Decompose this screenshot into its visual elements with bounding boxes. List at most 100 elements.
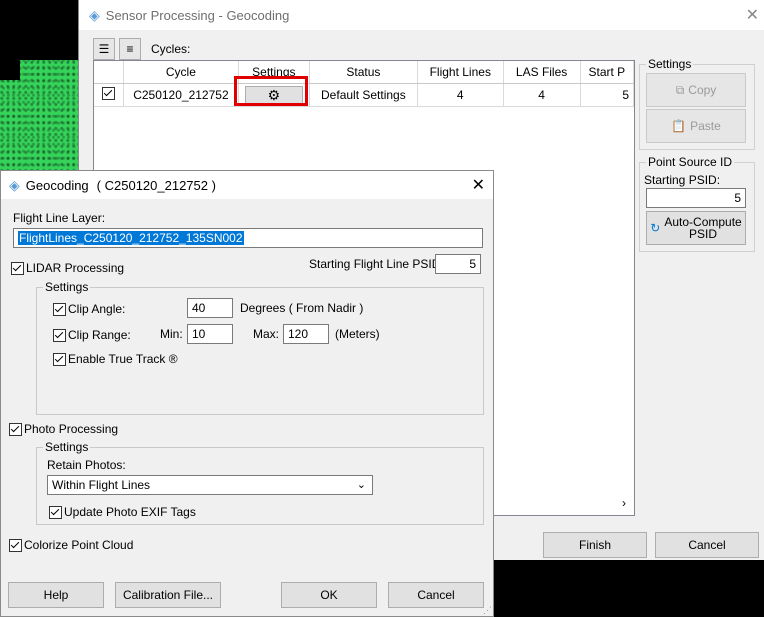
colorize-point-cloud-label: Colorize Point Cloud (24, 538, 134, 552)
cycles-toolbar: ☰ ≡ Cycles: (93, 38, 190, 60)
dialog-titlebar: ◈ Geocoding ( C250120_212752 ) (1, 171, 493, 199)
starting-psid-value: 5 (734, 191, 741, 205)
colorize-point-cloud-check[interactable] (9, 538, 22, 552)
true-track-check[interactable] (53, 352, 66, 366)
scroll-right-icon[interactable]: › (622, 496, 626, 510)
lidar-processing-check[interactable] (11, 261, 24, 275)
starting-flight-line-psid-label: Starting Flight Line PSID: (309, 257, 444, 271)
min-label: Min: (160, 327, 183, 341)
clip-range-label: Clip Range: (68, 328, 131, 342)
settings-group-title: Settings (646, 57, 694, 71)
update-exif-check[interactable] (49, 505, 62, 519)
min-range-value: 10 (192, 327, 206, 341)
table-header-row: Cycle Settings Status Flight Lines LAS F… (94, 61, 634, 84)
photo-processing-check[interactable] (9, 422, 22, 436)
clip-angle-input[interactable]: 40 (187, 298, 233, 318)
cycle-cell: C250120_212752 (123, 83, 239, 107)
copy-icon: ⧉ (675, 82, 685, 97)
flight-line-layer-input[interactable]: FlightLines_C250120_212752_135SN002 (13, 228, 483, 248)
clip-angle-units: Degrees ( From Nadir ) (240, 301, 364, 315)
starting-flight-line-psid-input[interactable]: 5 (435, 254, 481, 274)
list-view-button[interactable]: ☰ (93, 38, 115, 60)
clip-angle-check[interactable] (53, 302, 66, 316)
list-icon: ☰ (98, 42, 110, 56)
geocoding-dialog: ◈ Geocoding ( C250120_212752 ) ✕ Flight … (0, 170, 494, 617)
window-title: Sensor Processing - Geocoding (105, 7, 290, 23)
table-row[interactable]: C250120_212752 ⚙ Default Settings 4 4 5 (94, 83, 634, 107)
update-exif-checkbox[interactable]: Update Photo EXIF Tags (49, 505, 196, 519)
colorize-point-cloud-checkbox[interactable]: Colorize Point Cloud (9, 538, 133, 552)
close-icon[interactable]: ✕ (746, 5, 759, 25)
lidar-processing-checkbox[interactable]: LIDAR Processing (11, 261, 124, 275)
min-range-input[interactable]: 10 (187, 324, 233, 344)
clip-angle-checkbox[interactable]: Clip Angle: (53, 302, 125, 316)
starting-flight-line-psid-value: 5 (469, 257, 476, 271)
retain-photos-label: Retain Photos: (47, 458, 126, 472)
back-cancel-button[interactable]: Cancel (655, 532, 759, 558)
finish-button[interactable]: Finish (543, 532, 647, 558)
range-units: (Meters) (335, 327, 380, 341)
calibration-file-button[interactable]: Calibration File... (115, 582, 221, 608)
photo-processing-label: Photo Processing (24, 422, 119, 436)
max-range-input[interactable]: 120 (283, 324, 329, 344)
las-files-cell: 4 (503, 83, 581, 107)
calibration-file-button-label: Calibration File... (122, 588, 214, 602)
point-cloud-dark-area (0, 60, 20, 80)
column-header-cycle[interactable]: Cycle (123, 61, 239, 84)
lidar-processing-label: LIDAR Processing (26, 261, 125, 275)
column-header-checkbox (94, 61, 124, 84)
column-header-flight-lines[interactable]: Flight Lines (417, 61, 504, 84)
column-header-las-files[interactable]: LAS Files (503, 61, 581, 84)
dialog-close-icon[interactable]: ✕ (472, 175, 485, 195)
column-header-status[interactable]: Status (309, 61, 419, 84)
window-titlebar: ◈ Sensor Processing - Geocoding (79, 0, 764, 30)
dialog-cancel-button-label: Cancel (417, 588, 455, 602)
app-icon: ◈ (89, 6, 100, 23)
clip-range-check[interactable] (53, 328, 66, 342)
true-track-label: Enable True Track ® (68, 352, 178, 366)
chevron-down-icon[interactable]: ⌄ (357, 478, 366, 491)
flight-line-layer-value: FlightLines_C250120_212752_135SN002 (18, 231, 244, 245)
true-track-checkbox[interactable]: Enable True Track ® (53, 352, 178, 366)
dialog-cancel-button[interactable]: Cancel (388, 582, 484, 608)
update-exif-label: Update Photo EXIF Tags (64, 505, 196, 519)
ok-button-label: OK (320, 588, 338, 602)
help-button[interactable]: Help (8, 582, 104, 608)
highlight-box (234, 76, 308, 106)
row-checkbox-cell[interactable] (94, 83, 124, 107)
photo-settings-title: Settings (43, 440, 91, 454)
menu-button[interactable]: ≡ (119, 38, 141, 60)
column-header-start-psid[interactable]: Start P (580, 61, 634, 84)
starting-psid-label: Starting PSID: (644, 173, 721, 187)
photo-processing-checkbox[interactable]: Photo Processing (9, 422, 118, 436)
app-icon: ◈ (9, 176, 20, 193)
copy-button-label: Copy (688, 83, 717, 97)
ok-button[interactable]: OK (281, 582, 377, 608)
row-checkbox[interactable] (101, 87, 115, 100)
settings-group: Settings ⧉ Copy 📋 Paste (639, 57, 755, 150)
starting-psid-input[interactable]: 5 (646, 188, 746, 208)
point-cloud-dark-area (0, 0, 78, 60)
paste-button[interactable]: 📋 Paste (646, 109, 746, 143)
flight-lines-cell: 4 (417, 83, 504, 107)
auto-compute-psid-button[interactable]: ↻ Auto-Compute PSID (646, 211, 746, 245)
max-range-value: 120 (288, 327, 309, 341)
start-psid-cell: 5 (580, 83, 634, 107)
point-source-id-title: Point Source ID (646, 155, 735, 169)
max-label: Max: (253, 327, 280, 341)
retain-photos-value: Within Flight Lines (52, 478, 151, 492)
paste-button-label: Paste (690, 119, 721, 133)
resize-grip-icon[interactable]: ⋰ (483, 605, 492, 616)
clip-range-checkbox[interactable]: Clip Range: (53, 328, 131, 342)
cycles-label: Cycles: (151, 42, 191, 56)
help-button-label: Help (43, 588, 69, 602)
photo-settings-group: Settings Retain Photos: Within Flight Li… (36, 440, 484, 525)
auto-compute-label: Auto-Compute PSID (664, 215, 742, 241)
finish-button-label: Finish (578, 538, 611, 552)
paste-icon: 📋 (671, 119, 687, 133)
retain-photos-select[interactable]: Within Flight Lines ⌄ (47, 475, 373, 495)
point-cloud-view (0, 0, 78, 170)
clip-angle-label: Clip Angle: (68, 302, 126, 316)
clip-angle-value: 40 (192, 301, 206, 315)
copy-button[interactable]: ⧉ Copy (646, 73, 746, 107)
